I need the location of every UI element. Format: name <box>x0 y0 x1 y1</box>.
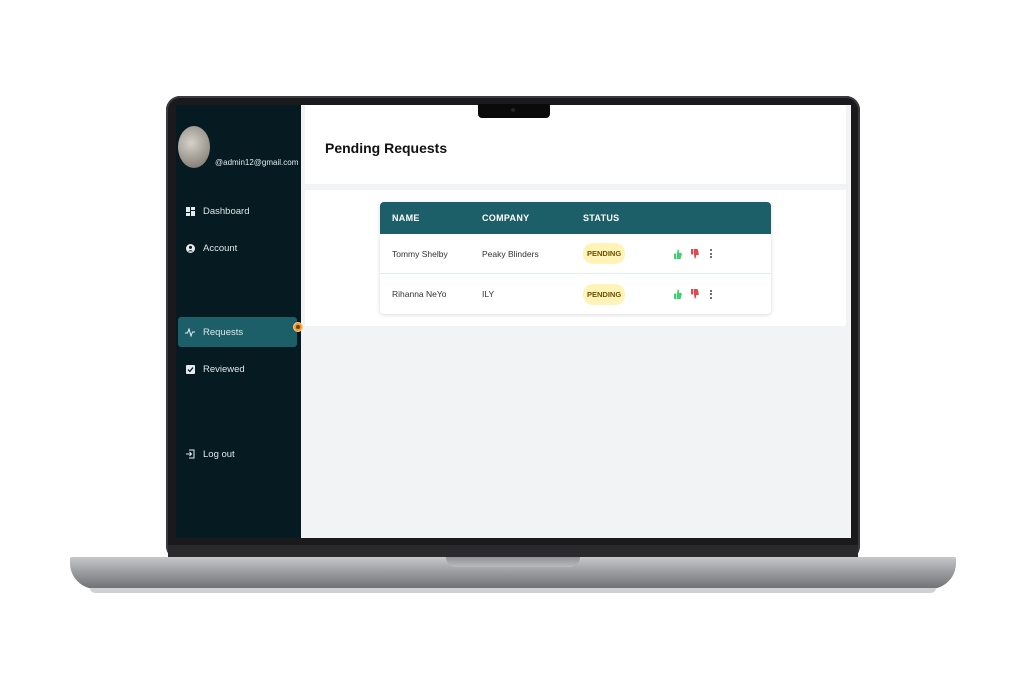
row-actions <box>673 289 712 299</box>
table-row: Rihanna NeYo ILY PENDING <box>380 274 771 314</box>
column-header-status[interactable]: STATUS <box>583 213 673 223</box>
camera-notch <box>478 104 550 118</box>
activity-icon <box>185 327 195 337</box>
sidebar-item-account[interactable]: Account <box>178 233 297 263</box>
row-actions <box>673 248 712 259</box>
laptop-base-lip <box>446 557 580 567</box>
avatar[interactable] <box>178 126 210 168</box>
user-circle-icon <box>185 243 195 253</box>
sidebar-item-label: Dashboard <box>203 205 250 217</box>
laptop-base-shadow <box>90 588 936 593</box>
app-screen: @admin12@gmail.com Dashboard Account Req… <box>176 105 851 538</box>
status-badge: PENDING <box>583 243 626 264</box>
thumbs-down-icon[interactable] <box>690 248 699 259</box>
sidebar: @admin12@gmail.com Dashboard Account Req… <box>176 105 301 538</box>
thumbs-up-icon[interactable] <box>673 248 682 259</box>
thumbs-down-icon[interactable] <box>690 289 699 299</box>
page-header: Pending Requests <box>305 105 846 184</box>
sidebar-item-label: Account <box>203 242 238 254</box>
sidebar-collapse-toggle[interactable] <box>293 322 303 332</box>
column-header-company[interactable]: COMPANY <box>482 213 583 223</box>
sidebar-item-label: Log out <box>203 448 235 460</box>
column-header-name[interactable]: NAME <box>380 213 482 223</box>
sidebar-item-label: Reviewed <box>203 363 245 375</box>
checkbox-icon <box>185 364 195 374</box>
sidebar-item-requests[interactable]: Requests <box>178 317 297 347</box>
sidebar-item-label: Requests <box>203 326 244 338</box>
dashboard-icon <box>185 206 195 216</box>
status-badge: PENDING <box>583 283 626 305</box>
more-options-icon[interactable] <box>710 249 712 258</box>
user-email: @admin12@gmail.com <box>215 158 299 167</box>
cell-name: Tommy Shelby <box>392 248 448 259</box>
table-header: NAME COMPANY STATUS <box>380 202 771 234</box>
requests-table: NAME COMPANY STATUS Tommy Shelby Peaky B… <box>380 202 771 314</box>
sidebar-item-reviewed[interactable]: Reviewed <box>178 354 297 384</box>
cell-company: ILY <box>482 289 495 299</box>
table-row: Tommy Shelby Peaky Blinders PENDING <box>380 234 771 274</box>
thumbs-up-icon[interactable] <box>673 289 682 299</box>
cell-company: Peaky Blinders <box>482 248 539 259</box>
sidebar-item-dashboard[interactable]: Dashboard <box>178 196 297 226</box>
sidebar-item-logout[interactable]: Log out <box>178 439 297 469</box>
page-title: Pending Requests <box>325 140 448 156</box>
cell-name: Rihanna NeYo <box>392 289 447 299</box>
more-options-icon[interactable] <box>710 289 712 299</box>
logout-icon <box>185 449 195 459</box>
